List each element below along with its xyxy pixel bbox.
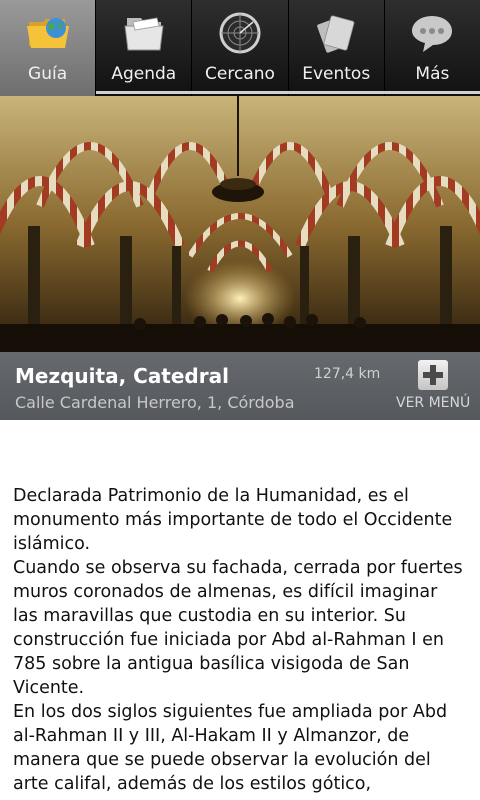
description-paragraph: Declarada Patrimonio de la Humanidad, es… (13, 486, 453, 554)
tab-label: Agenda (111, 64, 177, 84)
tab-label: Más (415, 64, 450, 84)
description-paragraph: En los dos siglos siguientes fue ampliad… (13, 702, 448, 794)
ver-menu-label[interactable]: VER MENÚ (396, 395, 470, 411)
mosque-interior-image (0, 96, 480, 352)
place-info-bar: Mezquita, Catedral Calle Cardenal Herrer… (0, 352, 480, 420)
place-title: Mezquita, Catedral (15, 364, 229, 388)
plus-icon (423, 365, 443, 385)
tab-label: Eventos (302, 64, 371, 84)
folder-icon (124, 17, 164, 51)
folder-globe-icon (26, 18, 69, 48)
tab-eventos[interactable]: Eventos (287, 0, 384, 96)
ver-menu-button[interactable] (418, 360, 448, 390)
tab-cercano[interactable]: Cercano (191, 0, 287, 96)
tab-guia[interactable]: Guía (0, 0, 96, 96)
tab-bar: Guía Agenda Cercano Eventos Más (0, 0, 480, 96)
description-paragraph: Cuando se observa su fachada, cerrada po… (13, 558, 463, 698)
radar-icon (219, 12, 261, 54)
place-distance: 127,4 km (314, 366, 381, 382)
tab-label: Guía (28, 64, 68, 84)
tab-bar-divider (96, 91, 480, 94)
tab-mas[interactable]: Más (383, 0, 480, 96)
place-description: Declarada Patrimonio de la Humanidad, es… (13, 484, 463, 796)
ticket-icon (317, 15, 355, 53)
tab-agenda[interactable]: Agenda (95, 0, 191, 96)
place-photo (0, 96, 480, 352)
tab-label: Cercano (205, 64, 275, 84)
speech-bubble-icon (412, 16, 453, 52)
place-address: Calle Cardenal Herrero, 1, Córdoba (15, 393, 295, 412)
